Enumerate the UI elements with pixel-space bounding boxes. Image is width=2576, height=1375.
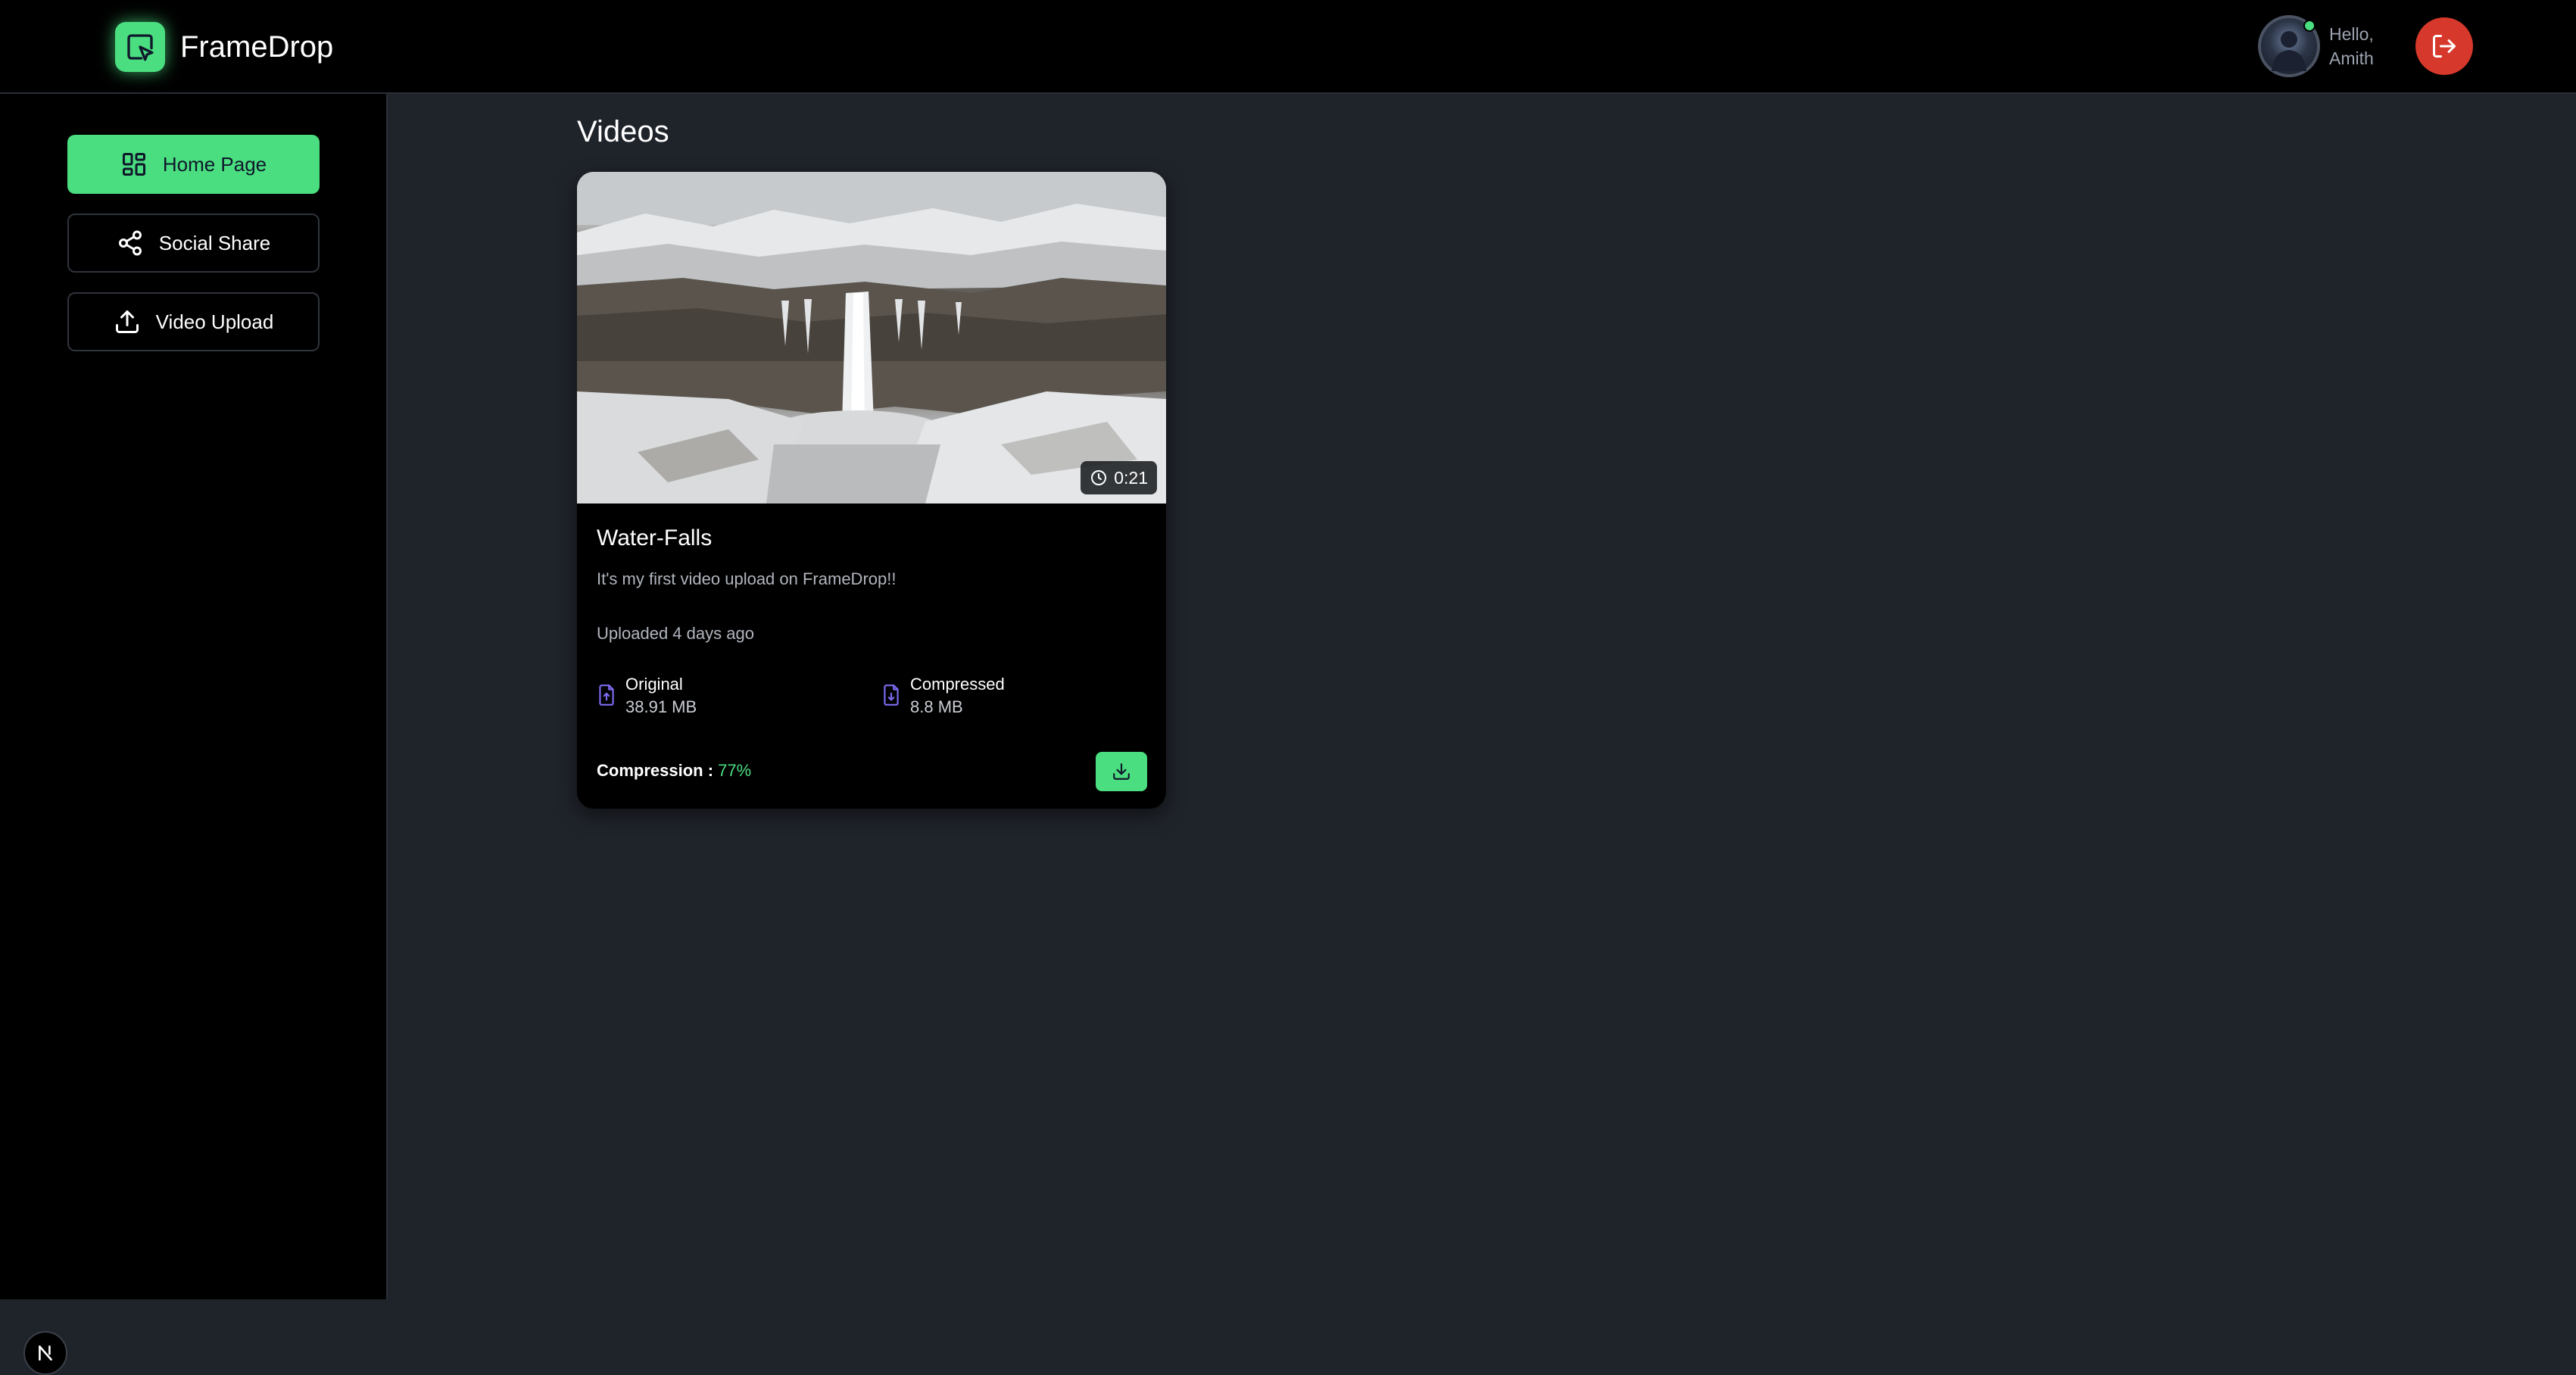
sidebar-item-video-upload[interactable]: Video Upload <box>67 292 320 351</box>
waterfall-image <box>577 172 1166 504</box>
upload-icon <box>115 310 139 333</box>
compression-label: Compression : <box>597 761 714 780</box>
sidebar-item-home-page[interactable]: Home Page <box>67 135 320 194</box>
dashboard-icon <box>122 153 145 176</box>
compressed-label: Compressed <box>910 675 1005 694</box>
dev-tools-badge[interactable] <box>23 1331 67 1375</box>
greeting: Hello, Amith <box>2329 22 2374 70</box>
video-card[interactable]: 0:21 Water-Falls It's my first video upl… <box>577 172 1166 809</box>
duration-text: 0:21 <box>1114 467 1148 488</box>
original-label: Original <box>625 675 683 694</box>
logout-icon <box>2433 35 2456 58</box>
download-button[interactable] <box>1096 752 1147 791</box>
video-description: It's my first video upload on FrameDrop!… <box>597 569 897 588</box>
page-title: Videos <box>577 115 669 148</box>
file-icon <box>884 684 899 706</box>
compressed-size-info: Compressed 8.8 MB <box>881 673 1005 719</box>
n-logo-icon <box>39 1345 52 1361</box>
duration-badge: 0:21 <box>1081 461 1157 494</box>
compressed-size: 8.8 MB <box>910 697 963 716</box>
avatar[interactable] <box>2258 15 2320 77</box>
upload-time: Uploaded 4 days ago <box>597 624 754 643</box>
user-profile[interactable]: Hello, Amith <box>2258 15 2374 77</box>
top-navbar: FrameDrop Hello, Amith <box>0 0 2576 94</box>
clock-icon <box>1091 470 1107 485</box>
brand[interactable]: FrameDrop <box>115 22 333 72</box>
brand-name: FrameDrop <box>180 30 334 64</box>
compression-value: 77% <box>718 761 752 780</box>
sidebar-item-label: Home Page <box>162 152 267 176</box>
video-title: Water-Falls <box>597 525 713 550</box>
sidebar: Home Page Social Share Video Upload <box>0 94 388 1375</box>
download-icon <box>1113 763 1130 780</box>
compression-info: Compression : 77% <box>597 761 751 781</box>
online-status-dot <box>2303 20 2316 32</box>
sidebar-item-label: Social Share <box>158 231 271 254</box>
sidebar-item-label: Video Upload <box>155 310 274 333</box>
greeting-hello: Hello, <box>2329 24 2374 44</box>
sidebar-item-social-share[interactable]: Social Share <box>67 214 320 273</box>
share-icon <box>118 230 142 256</box>
original-size: 38.91 MB <box>625 697 697 716</box>
logout-button[interactable] <box>2415 17 2473 75</box>
greeting-username: Amith <box>2329 48 2374 68</box>
video-thumbnail[interactable]: 0:21 <box>577 172 1166 504</box>
file-icon <box>599 684 614 706</box>
original-size-info: Original 38.91 MB <box>597 673 697 719</box>
framedrop-logo-icon <box>115 22 165 72</box>
